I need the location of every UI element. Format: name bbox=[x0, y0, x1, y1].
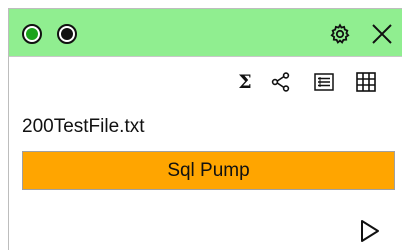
sql-pump-component[interactable]: Sql Pump bbox=[22, 151, 395, 190]
grid-view-icon[interactable] bbox=[355, 71, 377, 93]
component-label: Sql Pump bbox=[167, 159, 250, 181]
flow-icon[interactable] bbox=[271, 71, 293, 93]
close-icon bbox=[372, 24, 392, 44]
pump-panel: Σ 200TestFile.txt Sql Pump bbox=[8, 8, 402, 250]
gear-icon bbox=[330, 23, 350, 44]
run-button[interactable] bbox=[357, 217, 383, 245]
close-button[interactable] bbox=[369, 21, 395, 47]
panel-titlebar[interactable] bbox=[9, 9, 402, 57]
stopped-indicator-icon bbox=[57, 24, 77, 44]
settings-button[interactable] bbox=[327, 21, 353, 47]
source-filename: 200TestFile.txt bbox=[22, 116, 145, 137]
list-view-icon[interactable] bbox=[313, 71, 335, 93]
play-icon bbox=[361, 220, 379, 242]
running-indicator-icon bbox=[22, 24, 42, 44]
sum-icon[interactable]: Σ bbox=[234, 71, 256, 93]
